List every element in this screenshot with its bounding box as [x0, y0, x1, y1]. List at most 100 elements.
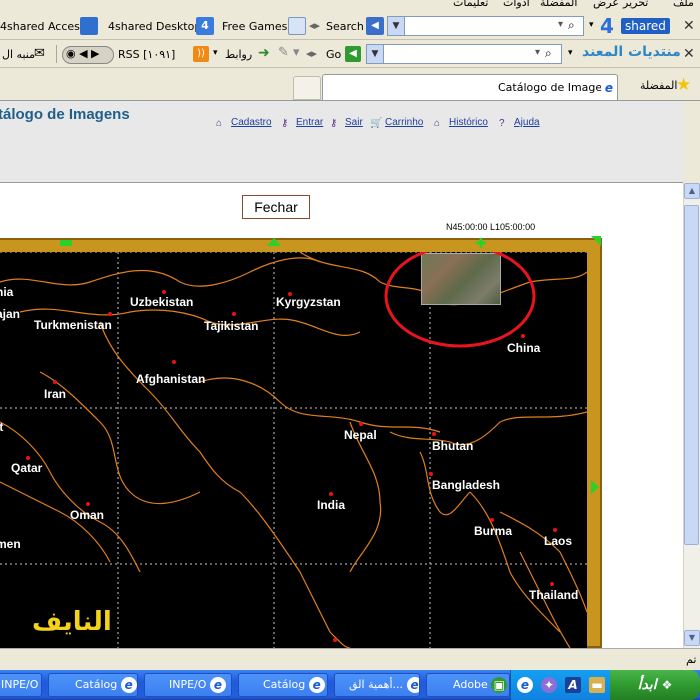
media-buttons-icon[interactable]: ◉ ◀ ▶: [66, 47, 100, 60]
menu-bar: تعليمات أدوات المفضلة عرض تحرير ملف: [0, 0, 700, 12]
menu-edit[interactable]: تحرير: [623, 0, 648, 9]
city-dot: [232, 312, 236, 316]
task-button[interactable]: Catálog e: [48, 673, 138, 697]
country-label: Uzbekistan: [130, 295, 194, 309]
menu-tools[interactable]: أدوات: [503, 0, 530, 9]
city-dot: [521, 334, 525, 338]
country-label: it: [0, 420, 4, 434]
nav-cadastro[interactable]: ⌂ Cadastro: [216, 117, 272, 129]
close-icon[interactable]: ✕: [683, 18, 695, 34]
nav-label: Entrar: [296, 117, 324, 128]
nav-entrar[interactable]: ⚷ Entrar: [281, 117, 324, 129]
ie-icon: e: [601, 80, 617, 96]
chevron-down-icon[interactable]: ▼: [367, 45, 384, 63]
messenger-icon[interactable]: ✦: [541, 677, 557, 693]
brand-logo[interactable]: shared: [621, 18, 670, 34]
task-label: INPE/O: [1, 678, 39, 691]
task-label: Catálog: [75, 678, 118, 691]
nav-carrinho[interactable]: 🛒 Carrinho: [370, 117, 424, 129]
home-icon: ⌂: [216, 118, 223, 129]
brand-dropdown-icon[interactable]: ▾: [589, 20, 594, 30]
nav-sair[interactable]: ⚷ Sair: [330, 117, 363, 129]
task-button[interactable]: INPE/O e: [144, 673, 232, 697]
tab-catalogo[interactable]: Catálogo de Imagens e: [322, 74, 618, 100]
map-corner-icon[interactable]: [591, 236, 601, 246]
free-games-link[interactable]: Free Games: [222, 20, 287, 33]
nav-label: Carrinho: [385, 117, 424, 128]
map-arrow-up-icon[interactable]: [267, 238, 281, 246]
city-dot: [172, 360, 176, 364]
page-header: tálogo de Imagens ⌂ Cadastro ⚷ Entrar ⚷ Sai…: [0, 101, 683, 183]
country-label: Bangladesh: [432, 478, 501, 492]
links-label[interactable]: روابط: [225, 48, 252, 61]
task-button[interactable]: INPE/O e: [0, 673, 42, 697]
country-label: Burma: [474, 524, 513, 538]
favorites-label[interactable]: المفضلة: [640, 79, 677, 92]
start-button[interactable]: ابدأ ❖: [610, 670, 700, 700]
four-icon: 4: [196, 17, 214, 35]
task-button[interactable]: Adobe ▣: [426, 673, 510, 697]
menu-favorites[interactable]: المفضلة: [540, 0, 577, 9]
search-icon[interactable]: ⌕: [545, 46, 552, 61]
crosshair-icon[interactable]: ✚: [475, 236, 487, 252]
search-go-icon[interactable]: ◀: [366, 17, 384, 35]
nav-label: Histórico: [449, 117, 488, 128]
country-label: Nepal: [344, 428, 377, 442]
chevron-down-icon[interactable]: ▼: [388, 17, 405, 35]
map-view[interactable]: hia ajan Uzbekistan Turkmenistan Kyrgyzs…: [0, 252, 587, 648]
menu-view[interactable]: عرض: [593, 0, 619, 9]
ie-icon[interactable]: e: [517, 677, 533, 693]
star-icon[interactable]: ★: [676, 75, 691, 95]
close-icon[interactable]: ✕: [683, 46, 695, 62]
menu-help[interactable]: تعليمات: [453, 0, 488, 9]
shared-desktop-link[interactable]: 4shared Desktop: [108, 20, 201, 33]
country-label: Thailand: [529, 588, 579, 602]
search-input[interactable]: ▼ ▾ ⌕: [387, 16, 584, 36]
mail-icon[interactable]: ✉: [34, 46, 45, 61]
rss-label[interactable]: RSS [١٠٩١]: [118, 48, 175, 61]
left-menu[interactable]: منبه ال: [2, 48, 35, 61]
go-label[interactable]: Go: [326, 48, 341, 61]
rss-dropdown-icon[interactable]: ▾: [213, 48, 218, 58]
city-dot: [333, 638, 337, 642]
nav-historico[interactable]: ⌂ Histórico: [434, 117, 488, 129]
scroll-up-icon[interactable]: ▲: [684, 183, 700, 199]
scroll-down-icon[interactable]: ▼: [684, 630, 700, 646]
task-button[interactable]: Catálog e: [238, 673, 328, 697]
city-dot: [329, 492, 333, 496]
dropdown-arrow-icon: ▾: [558, 19, 564, 30]
city-dot: [550, 582, 554, 586]
toolbar-links: منبه ال ✉ ◉ ◀ ▶ RSS [١٠٩١] )) ▾ روابط ➜ …: [0, 40, 700, 68]
nav-ajuda[interactable]: ? Ajuda: [499, 117, 540, 129]
country-label: Bhutan: [432, 439, 474, 453]
help-icon: ?: [499, 118, 505, 129]
new-tab-button[interactable]: [293, 76, 321, 100]
search-icon[interactable]: ⌕: [568, 18, 575, 33]
forum-title[interactable]: منتديات المعند: [582, 44, 681, 60]
address-input[interactable]: ▼ ▾ ⌕: [366, 44, 562, 64]
close-button[interactable]: Fechar: [242, 195, 310, 219]
task-button[interactable]: أهمية الق... e: [334, 673, 420, 697]
city-dot: [432, 432, 436, 436]
nav-label: Cadastro: [231, 117, 272, 128]
city-dot: [108, 312, 112, 316]
go-arrow-icon[interactable]: ◀: [345, 46, 361, 62]
ie-icon: e: [209, 677, 226, 693]
games-icon: [288, 17, 306, 35]
cart-icon: 🛒: [370, 118, 383, 129]
coordinates-label: N45:00:00 L105:00:00: [446, 222, 536, 232]
city-dot: [86, 502, 90, 506]
shared-access-link[interactable]: 4shared Access: [0, 20, 86, 33]
task-label: Catálog: [263, 678, 306, 691]
search-label: Search: [326, 20, 364, 33]
menu-file[interactable]: ملف: [673, 0, 694, 9]
tool-icon: ✎ ▾: [278, 45, 300, 60]
forum-dropdown-icon[interactable]: ▾: [568, 48, 573, 58]
scroll-thumb[interactable]: [684, 205, 699, 545]
city-dot: [359, 422, 363, 426]
map-arrow-right-icon[interactable]: [591, 480, 599, 494]
brand-digit: 4: [600, 14, 614, 38]
map-handle[interactable]: [60, 240, 72, 246]
folder-icon[interactable]: ▬: [589, 677, 605, 693]
acrobat-icon[interactable]: A: [565, 677, 581, 693]
